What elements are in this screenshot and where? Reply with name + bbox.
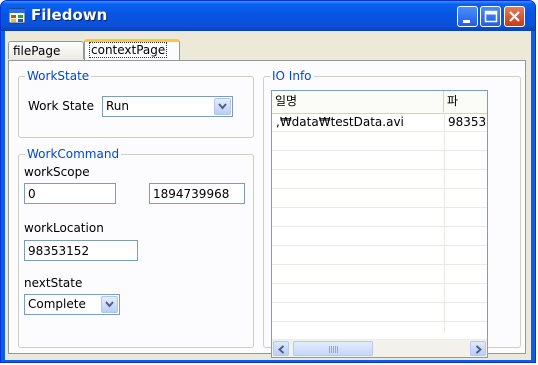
work-state-label: Work State: [28, 99, 94, 113]
work-state-dropdown-button[interactable]: [214, 98, 231, 115]
list-item: [272, 227, 487, 246]
tab-file-page[interactable]: filePage: [8, 41, 84, 59]
row-size-cell: 98353: [448, 115, 487, 129]
client-area: filePage contextPage WorkState Work Stat…: [5, 31, 531, 360]
maximize-button[interactable]: [480, 6, 501, 27]
work-scope-end-input[interactable]: [149, 183, 245, 204]
list-item: [272, 208, 487, 227]
chevron-right-icon: [475, 345, 482, 354]
list-item: [272, 303, 487, 322]
workstate-legend: WorkState: [25, 69, 92, 83]
app-window-icon: [8, 8, 26, 24]
list-item: [272, 265, 487, 284]
workcommand-legend: WorkCommand: [25, 147, 122, 161]
column-header-filename[interactable]: 일명: [272, 91, 444, 112]
maximize-icon: [484, 10, 498, 23]
close-button[interactable]: [504, 6, 525, 27]
list-item: [272, 284, 487, 303]
next-state-label: nextState: [24, 276, 83, 290]
listview-header: 일명 파: [272, 91, 487, 114]
column-header-size[interactable]: 파: [444, 91, 487, 112]
workstate-group: WorkState Work State Run: [18, 69, 254, 138]
scrollbar-thumb[interactable]: [293, 341, 373, 356]
tab-context-page[interactable]: contextPage: [84, 39, 180, 60]
list-item: [272, 246, 487, 265]
scroll-right-button[interactable]: [470, 341, 486, 356]
context-page-panel: WorkState Work State Run WorkCommand wor…: [8, 60, 526, 358]
close-icon: [509, 11, 520, 22]
app-window: Filedown filePage contextPage WorkState …: [0, 0, 536, 363]
list-item: [272, 189, 487, 208]
workcommand-group: WorkCommand workScope workLocation nextS…: [18, 147, 254, 348]
work-scope-label: workScope: [24, 165, 90, 179]
list-item: [272, 170, 487, 189]
next-state-value: Complete: [28, 297, 86, 311]
tab-context-page-label: contextPage: [89, 42, 168, 58]
next-state-select[interactable]: Complete: [24, 294, 120, 315]
row-filename-cell: ,₩data₩testData.avi: [276, 115, 404, 129]
chevron-left-icon: [278, 345, 285, 354]
minimize-button[interactable]: [457, 6, 478, 27]
chevron-down-icon: [218, 103, 227, 110]
title-bar[interactable]: Filedown: [1, 1, 535, 31]
io-info-group: IO Info 일명 파 ,₩data₩testData.avi 98353: [263, 69, 521, 358]
work-state-select[interactable]: Run: [102, 96, 233, 117]
window-title: Filedown: [31, 6, 108, 24]
table-row[interactable]: ,₩data₩testData.avi 98353: [272, 113, 487, 132]
list-item: [272, 132, 487, 151]
work-location-input[interactable]: [24, 240, 138, 261]
grip-icon: [329, 346, 338, 353]
io-info-listview[interactable]: 일명 파 ,₩data₩testData.avi 98353: [271, 90, 488, 358]
next-state-dropdown-button[interactable]: [101, 296, 118, 313]
work-location-label: workLocation: [24, 221, 104, 235]
chevron-down-icon: [105, 301, 114, 308]
horizontal-scrollbar[interactable]: [272, 339, 487, 357]
minimize-icon: [463, 20, 470, 23]
list-item: [272, 151, 487, 170]
io-info-legend: IO Info: [270, 69, 314, 83]
scroll-left-button[interactable]: [273, 341, 289, 356]
work-scope-start-input[interactable]: [24, 183, 116, 204]
work-state-value: Run: [106, 99, 130, 113]
